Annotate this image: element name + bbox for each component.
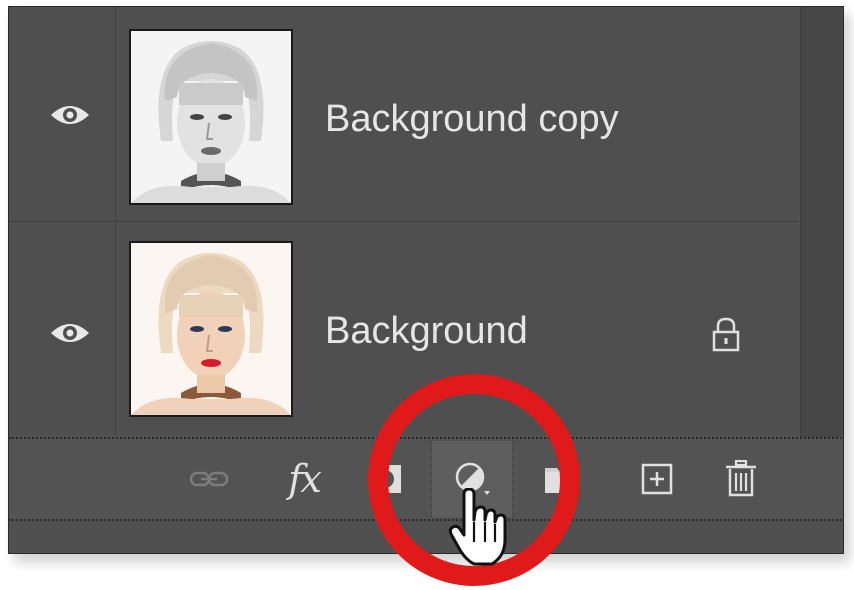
hand-cursor-icon [448,488,507,566]
new-layer-icon [641,463,673,495]
lock-icon[interactable] [709,316,743,352]
link-layers-button[interactable] [181,441,237,517]
fx-icon: fx [288,457,321,501]
visibility-column [9,7,116,221]
eye-icon[interactable] [49,101,91,129]
trash-icon [726,460,756,497]
portrait-thumbnail-image [131,243,291,415]
new-layer-button[interactable] [629,441,685,517]
link-icon [189,471,229,487]
visibility-column [9,223,116,435]
layer-style-button[interactable]: fx [271,441,337,517]
portrait-thumbnail-image [131,31,291,203]
layer-name-label[interactable]: Background [325,310,528,353]
scrollbar[interactable] [800,7,843,437]
delete-layer-button[interactable] [713,441,769,517]
eye-icon[interactable] [49,319,91,347]
layer-name-label[interactable]: Background copy [325,98,619,141]
layer-thumbnail-grayscale[interactable] [129,29,293,205]
layer-row-background-copy[interactable]: Background copy [9,7,799,222]
layer-thumbnail-color[interactable] [129,241,293,417]
